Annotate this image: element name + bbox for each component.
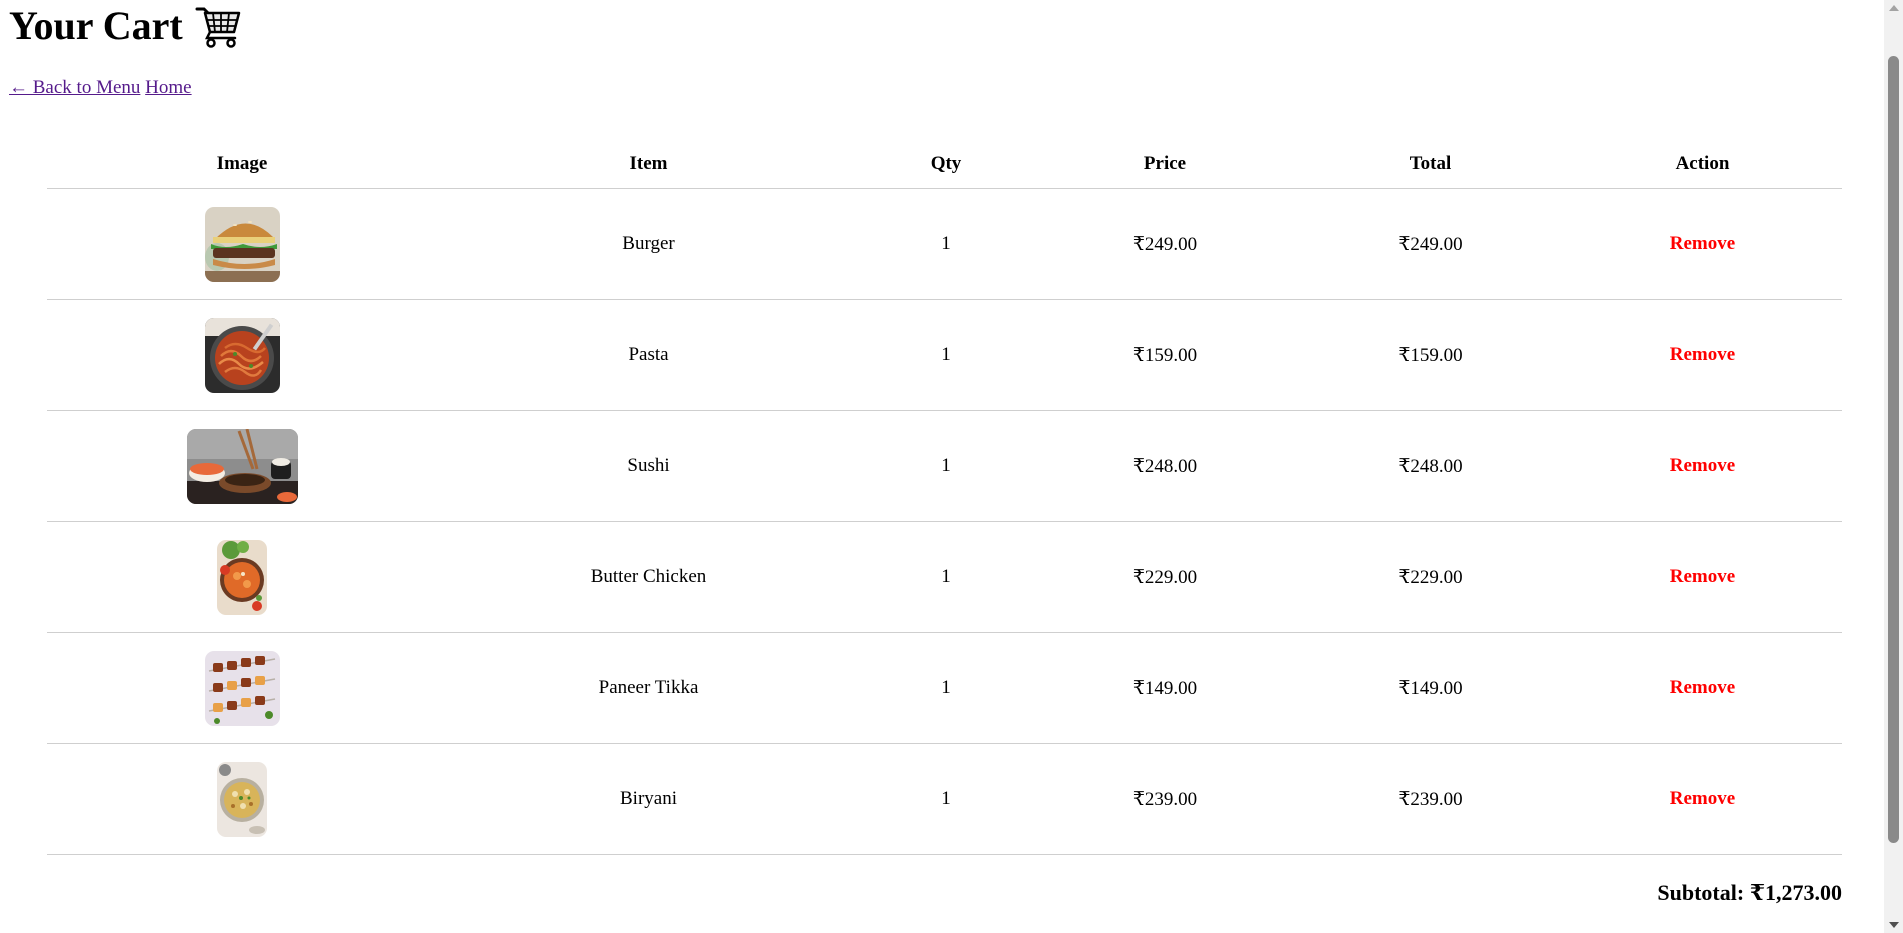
image-cell bbox=[47, 632, 437, 744]
item-total: ₹249.00 bbox=[1298, 188, 1563, 300]
sushi-image bbox=[186, 428, 298, 504]
action-cell: Remove bbox=[1563, 743, 1842, 855]
back-to-menu-link[interactable]: ← Back to Menu bbox=[9, 77, 140, 98]
page-title: Your Cart bbox=[9, 0, 243, 52]
shopping-cart-icon bbox=[195, 3, 243, 49]
page-title-text: Your Cart bbox=[9, 3, 183, 48]
action-cell: Remove bbox=[1563, 188, 1842, 300]
column-header-action: Action bbox=[1563, 140, 1842, 189]
item-qty: 1 bbox=[860, 632, 1032, 744]
image-cell bbox=[47, 299, 437, 411]
table-row: Paneer Tikka 1 ₹149.00 ₹149.00 Remove bbox=[47, 632, 1842, 744]
scroll-down-arrow-icon[interactable] bbox=[1889, 922, 1899, 928]
table-row: Burger 1 ₹249.00 ₹249.00 Remove bbox=[47, 188, 1842, 300]
item-qty: 1 bbox=[860, 521, 1032, 633]
cart-page: Your Cart ← Back to Menu Home Image Item… bbox=[0, 0, 1884, 933]
item-name: Butter Chicken bbox=[437, 521, 860, 633]
item-qty: 1 bbox=[860, 299, 1032, 411]
item-price: ₹239.00 bbox=[1032, 743, 1298, 855]
remove-button[interactable]: Remove bbox=[1670, 677, 1735, 699]
pasta-image bbox=[204, 317, 280, 393]
remove-button[interactable]: Remove bbox=[1670, 788, 1735, 810]
vertical-scrollbar[interactable] bbox=[1884, 0, 1903, 933]
paneer-tikka-image bbox=[204, 650, 280, 726]
home-link[interactable]: Home bbox=[145, 77, 191, 98]
cart-table: Image Item Qty Price Total Action Burger… bbox=[47, 140, 1842, 855]
image-cell bbox=[47, 188, 437, 300]
item-total: ₹248.00 bbox=[1298, 410, 1563, 522]
item-name: Burger bbox=[437, 188, 860, 300]
item-name: Sushi bbox=[437, 410, 860, 522]
action-cell: Remove bbox=[1563, 521, 1842, 633]
item-total: ₹239.00 bbox=[1298, 743, 1563, 855]
item-price: ₹248.00 bbox=[1032, 410, 1298, 522]
remove-button[interactable]: Remove bbox=[1670, 455, 1735, 477]
item-price: ₹159.00 bbox=[1032, 299, 1298, 411]
image-cell bbox=[47, 743, 437, 855]
column-header-item: Item bbox=[437, 140, 860, 189]
image-cell bbox=[47, 410, 437, 522]
nav-links: ← Back to Menu Home bbox=[9, 76, 192, 100]
burger-image bbox=[204, 206, 280, 282]
item-total: ₹159.00 bbox=[1298, 299, 1563, 411]
item-qty: 1 bbox=[860, 743, 1032, 855]
column-header-qty: Qty bbox=[860, 140, 1032, 189]
item-price: ₹229.00 bbox=[1032, 521, 1298, 633]
action-cell: Remove bbox=[1563, 410, 1842, 522]
table-row: Sushi 1 ₹248.00 ₹248.00 Remove bbox=[47, 410, 1842, 522]
table-row: Biryani 1 ₹239.00 ₹239.00 Remove bbox=[47, 743, 1842, 855]
image-cell bbox=[47, 521, 437, 633]
item-name: Paneer Tikka bbox=[437, 632, 860, 744]
action-cell: Remove bbox=[1563, 632, 1842, 744]
remove-button[interactable]: Remove bbox=[1670, 566, 1735, 588]
column-header-total: Total bbox=[1298, 140, 1563, 189]
butter-chicken-image bbox=[217, 539, 267, 615]
table-header-row: Image Item Qty Price Total Action bbox=[47, 140, 1842, 189]
item-total: ₹149.00 bbox=[1298, 632, 1563, 744]
item-price: ₹149.00 bbox=[1032, 632, 1298, 744]
item-price: ₹249.00 bbox=[1032, 188, 1298, 300]
action-cell: Remove bbox=[1563, 299, 1842, 411]
remove-button[interactable]: Remove bbox=[1670, 233, 1735, 255]
item-name: Biryani bbox=[437, 743, 860, 855]
column-header-image: Image bbox=[47, 140, 437, 189]
biryani-image bbox=[217, 761, 267, 837]
scroll-up-arrow-icon[interactable] bbox=[1889, 5, 1899, 11]
item-qty: 1 bbox=[860, 410, 1032, 522]
subtotal: Subtotal: ₹1,273.00 bbox=[1657, 880, 1842, 905]
table-row: Butter Chicken 1 ₹229.00 ₹229.00 Remove bbox=[47, 521, 1842, 633]
table-row: Pasta 1 ₹159.00 ₹159.00 Remove bbox=[47, 299, 1842, 411]
item-name: Pasta bbox=[437, 299, 860, 411]
column-header-price: Price bbox=[1032, 140, 1298, 189]
item-qty: 1 bbox=[860, 188, 1032, 300]
remove-button[interactable]: Remove bbox=[1670, 344, 1735, 366]
item-total: ₹229.00 bbox=[1298, 521, 1563, 633]
scrollbar-thumb[interactable] bbox=[1888, 56, 1899, 843]
